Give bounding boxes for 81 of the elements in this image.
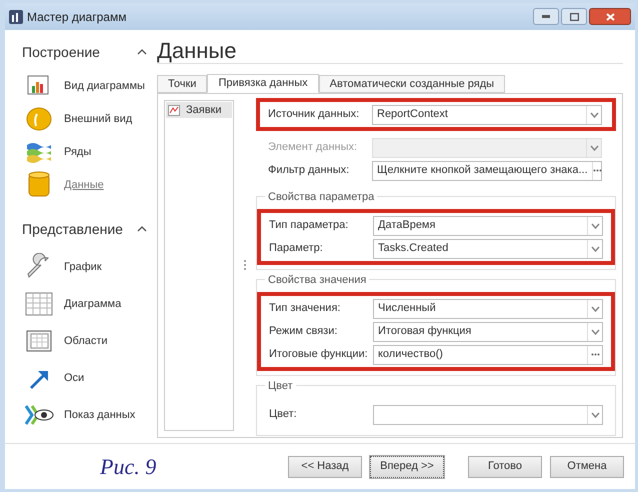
close-icon — [606, 12, 614, 20]
field-value: ReportContext — [376, 107, 449, 122]
dropdown-button[interactable] — [587, 406, 602, 424]
dropdown-button[interactable] — [587, 322, 602, 340]
sidebar-icon — [27, 75, 51, 97]
chevron-down-icon — [590, 328, 600, 334]
line-chart-icon — [168, 104, 180, 116]
tab[interactable]: Точки — [157, 75, 208, 93]
sidebar-item[interactable]: Показ данных — [22, 401, 157, 429]
window-title: Мастер диаграмм — [27, 8, 126, 26]
chevron-up-icon[interactable] — [137, 226, 147, 232]
sidebar-item[interactable]: Данные — [22, 171, 157, 199]
series-item[interactable]: Заявки — [166, 102, 232, 118]
sidebar-item[interactable]: Диаграмма — [22, 290, 157, 318]
figure-caption: Рис. 9 — [100, 453, 158, 481]
sidebar-item[interactable]: Области — [22, 327, 157, 355]
section-title: Построение — [22, 42, 100, 62]
chevron-down-icon — [590, 112, 598, 118]
dialog-button[interactable]: Вперед >> — [370, 456, 444, 478]
field-label: Элемент данных: — [268, 140, 358, 156]
dropdown-button[interactable] — [586, 106, 601, 124]
section-title: Представление — [22, 220, 123, 239]
sidebar-icon — [26, 106, 52, 132]
field-value: Итоговая функция — [377, 324, 472, 340]
sidebar-icon — [28, 171, 50, 199]
sidebar-item[interactable]: Внешний вид — [22, 105, 157, 133]
dropdown-field[interactable]: ДатаВремя — [373, 216, 603, 236]
dialog-button[interactable]: Готово — [468, 456, 542, 478]
ellipsis-field[interactable]: Щелкните кнопкой замещающего знака... — [372, 160, 602, 180]
chevron-up-icon[interactable] — [137, 49, 147, 55]
sidebar-icon — [25, 292, 53, 316]
field-value: Численный — [377, 301, 437, 316]
sidebar-icon — [24, 402, 54, 428]
sidebar-item[interactable]: Вид диаграммы — [22, 72, 157, 100]
dialog-button[interactable]: Отмена — [550, 456, 624, 478]
sidebar-item[interactable]: Оси — [22, 364, 157, 392]
field-value: количество() — [377, 347, 444, 362]
dropdown-field[interactable]: ReportContext — [372, 104, 602, 124]
field-label: Параметр: — [269, 241, 324, 256]
field-label: Тип параметра: — [269, 218, 350, 234]
ellipsis-button[interactable] — [587, 346, 602, 364]
minimize-icon — [542, 15, 550, 18]
field-value: Щелкните кнопкой замещающего знака... — [376, 163, 589, 178]
group-title: Свойства параметра — [265, 189, 378, 206]
maximize-button[interactable] — [561, 8, 587, 25]
ellipsis-field[interactable]: количество() — [373, 344, 603, 364]
app-icon — [9, 10, 23, 24]
close-button[interactable] — [589, 8, 631, 25]
dropdown-button[interactable] — [587, 216, 602, 234]
sidebar-icon — [26, 330, 52, 352]
field-value: Tasks.Created — [377, 241, 450, 256]
dropdown-field[interactable]: Численный — [373, 298, 603, 318]
field-label: Режим связи: — [269, 324, 338, 340]
dropdown-field[interactable] — [373, 404, 603, 424]
tab[interactable]: Автоматически созданные ряды — [318, 75, 506, 93]
page-heading: Данные — [157, 34, 623, 64]
ellipsis-icon — [590, 353, 600, 356]
chevron-down-icon — [590, 412, 600, 418]
maximize-icon — [570, 12, 578, 20]
chevron-down-icon — [590, 246, 600, 252]
group-title: Цвет — [265, 378, 296, 394]
ellipsis-icon — [592, 169, 602, 172]
tab[interactable]: Привязка данных — [207, 74, 319, 93]
ellipsis-button[interactable] — [592, 162, 602, 180]
chevron-down-icon — [590, 222, 600, 228]
field-label: Тип значения: — [269, 301, 342, 316]
field-label: Итоговые функции: — [269, 347, 369, 362]
dialog-button[interactable]: << Назад — [288, 456, 362, 478]
field-label: Фильтр данных: — [268, 163, 350, 178]
sidebar-item[interactable]: График — [22, 253, 157, 281]
field-label: Источник данных: — [268, 107, 360, 122]
dropdown-field[interactable]: Tasks.Created — [373, 238, 603, 258]
minimize-button[interactable] — [533, 8, 559, 25]
dropdown-field[interactable]: Итоговая функция — [373, 322, 603, 342]
field-value: ДатаВремя — [377, 218, 436, 234]
dropdown-button[interactable] — [587, 300, 602, 318]
chevron-down-icon — [590, 306, 600, 312]
sidebar-item[interactable]: Ряды — [22, 138, 157, 166]
field-label: Цвет: — [269, 407, 298, 422]
chevron-down-icon — [590, 144, 598, 150]
dropdown-button[interactable] — [587, 240, 602, 258]
